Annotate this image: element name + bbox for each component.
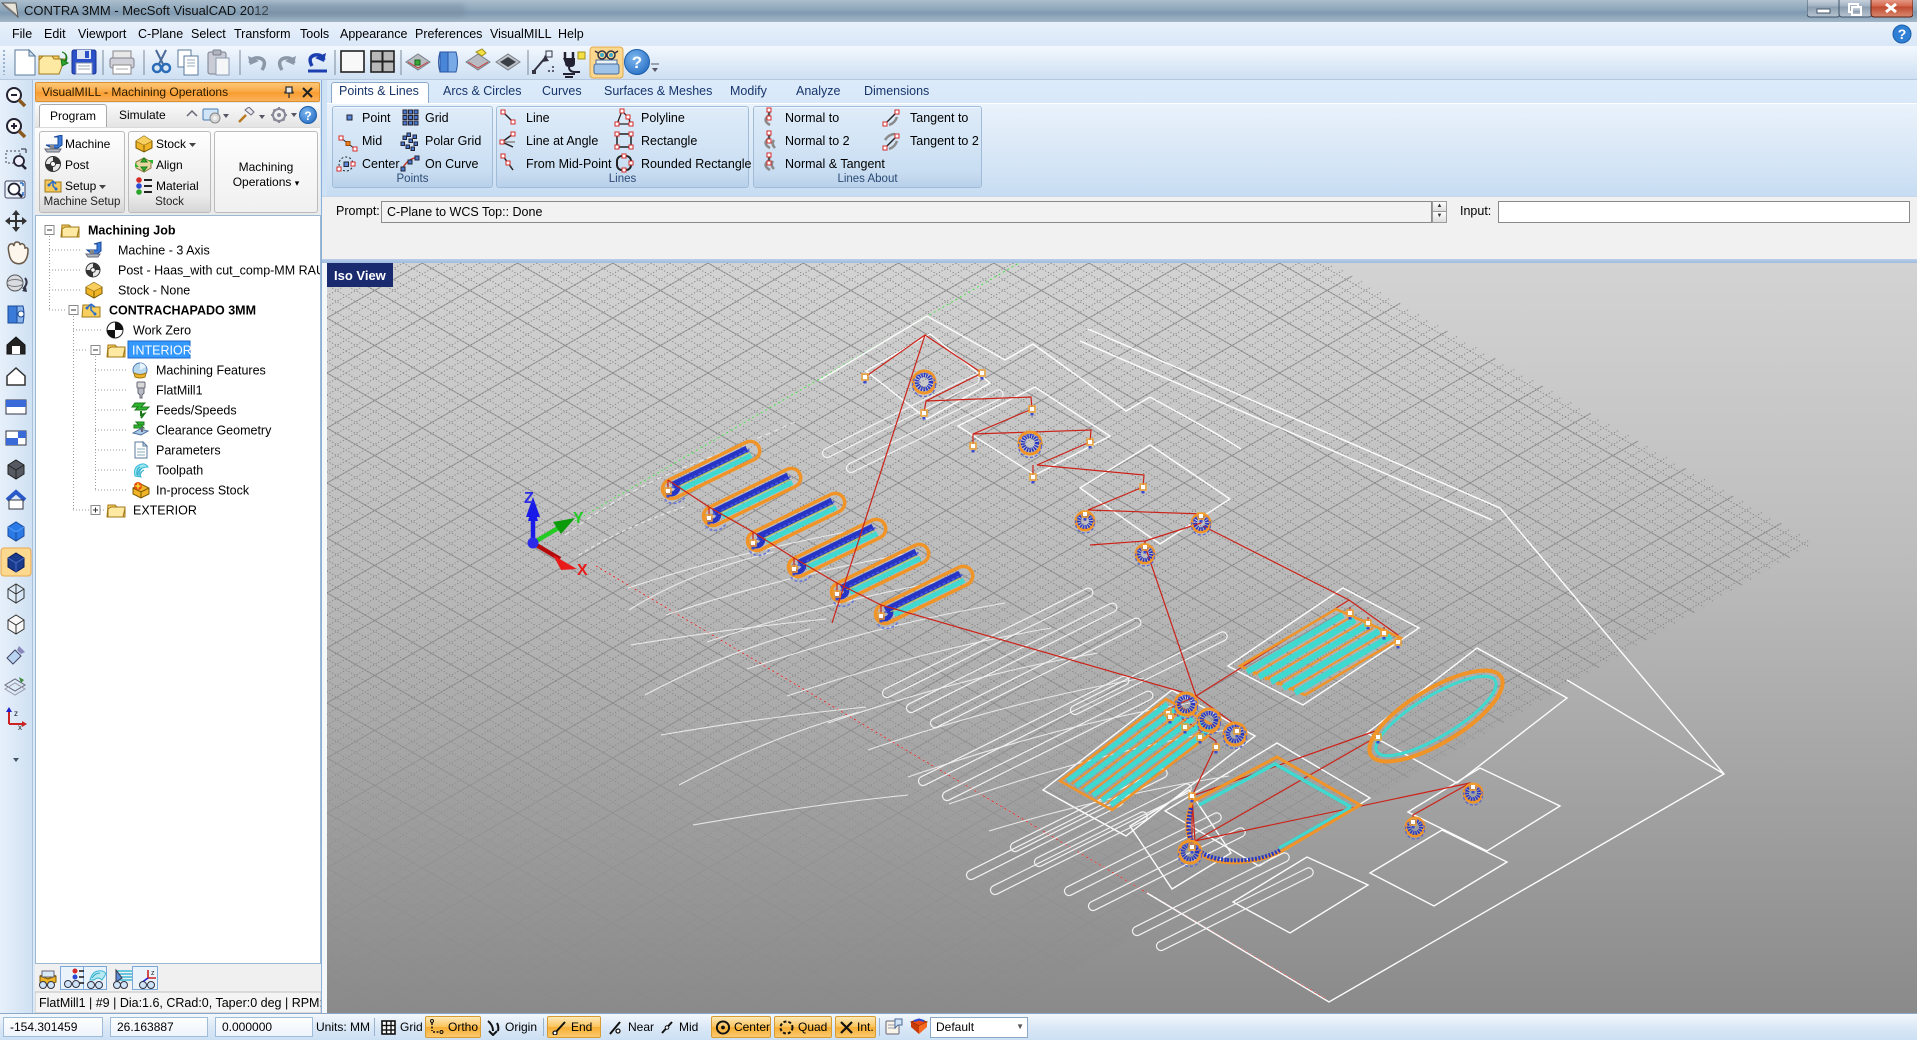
svg-text:Feeds/Speeds: Feeds/Speeds xyxy=(156,404,237,418)
svg-text:Align: Align xyxy=(156,158,183,172)
svg-text:CONTRACHAPADO 3MM: CONTRACHAPADO 3MM xyxy=(109,304,256,318)
svg-text:z: z xyxy=(151,970,155,977)
svg-text:Machine: Machine xyxy=(65,137,111,151)
svg-text:x: x xyxy=(18,723,22,732)
svg-text:Clearance Geometry: Clearance Geometry xyxy=(156,424,272,438)
svg-text:X: X xyxy=(577,562,588,579)
svg-text:FlatMill1: FlatMill1 xyxy=(156,384,203,398)
svg-text:Stock: Stock xyxy=(156,137,187,151)
svg-text:?: ? xyxy=(1898,26,1907,42)
svg-text:Stock - None: Stock - None xyxy=(118,284,190,298)
svg-text:In-process Stock: In-process Stock xyxy=(156,484,250,498)
svg-text:Work Zero: Work Zero xyxy=(133,324,191,338)
svg-text:z: z xyxy=(14,709,18,718)
svg-text:INTERIOR: INTERIOR xyxy=(132,344,192,358)
svg-text:FlatMill1 | #9 | Dia:1.6, CRad: FlatMill1 | #9 | Dia:1.6, CRad:0, Taper:… xyxy=(39,996,321,1010)
svg-text:Machining Job: Machining Job xyxy=(88,224,176,238)
svg-text:Iso View: Iso View xyxy=(334,268,387,283)
svg-text:Z: Z xyxy=(524,490,534,507)
svg-text:Post - Haas_with cut_comp-MM R: Post - Haas_with cut_comp-MM RAUL xyxy=(118,264,320,278)
svg-text:Machining Features: Machining Features xyxy=(156,364,266,378)
svg-text:Material: Material xyxy=(156,179,199,193)
svg-text:Setup: Setup xyxy=(65,179,97,193)
svg-text:Post: Post xyxy=(65,158,90,172)
svg-text:EXTERIOR: EXTERIOR xyxy=(133,504,197,518)
svg-text:Y: Y xyxy=(573,510,584,527)
svg-text:Machine - 3 Axis: Machine - 3 Axis xyxy=(118,244,210,258)
svg-text:Toolpath: Toolpath xyxy=(156,464,203,478)
svg-text:Parameters: Parameters xyxy=(156,444,221,458)
svg-text:?: ? xyxy=(632,53,642,72)
svg-text:?: ? xyxy=(304,109,311,123)
